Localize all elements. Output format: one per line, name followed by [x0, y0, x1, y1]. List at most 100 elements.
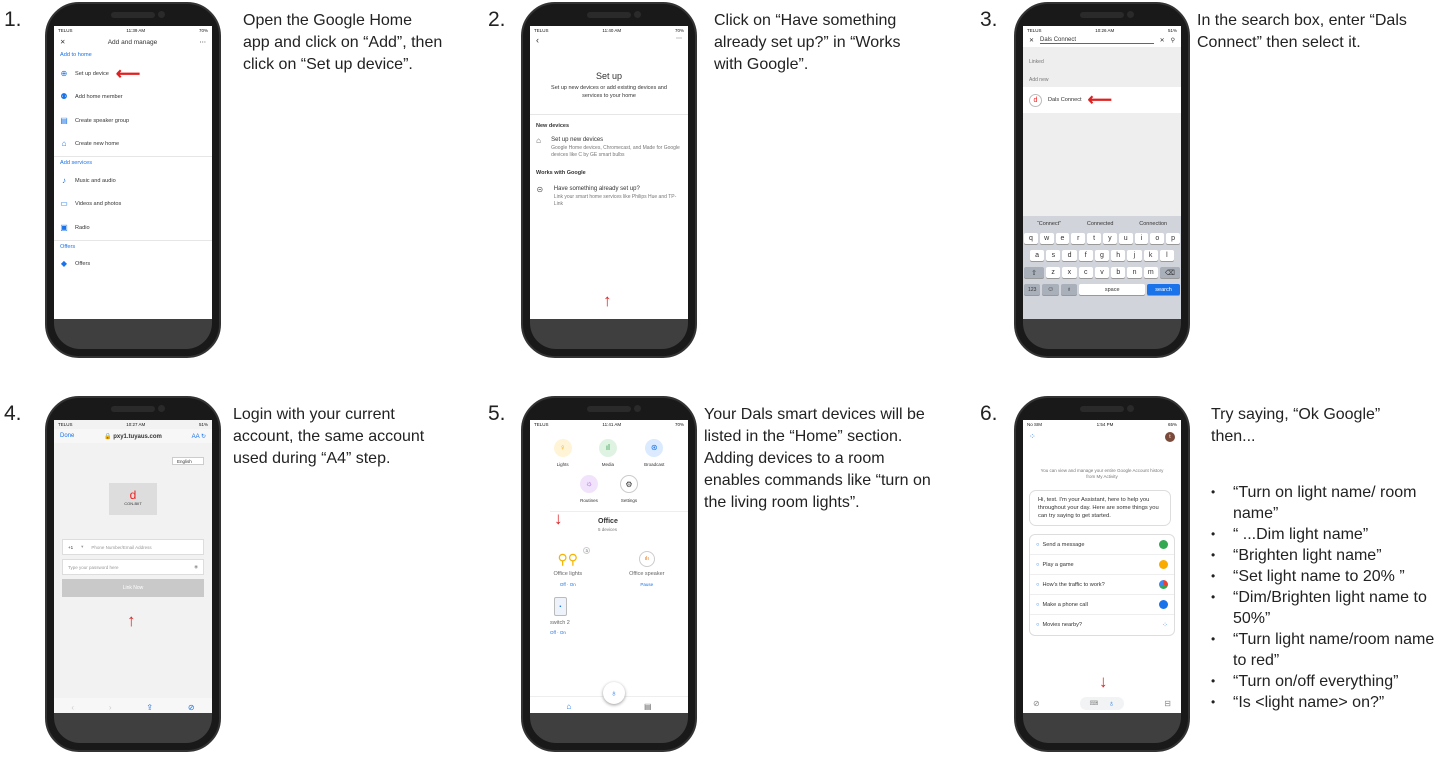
linked-label: Linked	[1029, 59, 1044, 65]
close-icon[interactable]: ✕	[1029, 37, 1034, 44]
tutorial-page: 1. Open the Google Home app and click on…	[0, 0, 1450, 757]
explore-icon[interactable]: ⊘	[1033, 699, 1040, 708]
suggestion-list: ○ Send a message ○ Play a game ○ How's t…	[1029, 534, 1175, 636]
game-icon	[1159, 560, 1168, 569]
suggestion-phone-call[interactable]: ○ Make a phone call	[1030, 595, 1174, 615]
more-icon[interactable]: ⋯	[676, 35, 682, 49]
suggestion-play-game[interactable]: ○ Play a game	[1030, 555, 1174, 575]
forward-icon[interactable]: ›	[109, 703, 112, 712]
media-shortcut[interactable]: ıl Media	[598, 439, 617, 467]
broadcast-shortcut[interactable]: ⊛ Broadcast	[644, 439, 664, 467]
office-lights-device[interactable]: ⚲⚲ 3 Office lights Off · On	[553, 547, 591, 587]
red-arrow-icon: ↓	[554, 509, 563, 528]
keyboard-row[interactable]: qwertyuiop	[1024, 233, 1180, 244]
eye-icon: ◉	[194, 564, 198, 569]
step-instruction: Try saying, “Ok Google” then...	[1211, 406, 1381, 445]
step-number: 3.	[980, 8, 998, 31]
url-bar[interactable]: 🔒 pxy1.tuyaus.com	[104, 433, 162, 440]
routines-shortcut[interactable]: ☼ Routines	[580, 475, 598, 503]
status-bar: TELUS 11:39 AM 70%	[58, 28, 208, 33]
avatar[interactable]: t	[1165, 432, 1175, 442]
reader-button[interactable]: AA ↻	[192, 433, 206, 440]
mic-icon[interactable]: ♁	[1108, 699, 1114, 708]
step-number: 4.	[4, 402, 22, 425]
voice-command-list: “Turn on light name/ room name” “ ...Dim…	[1211, 482, 1450, 713]
phone-login: TELUS 10:27 AM 51% Done 🔒 pxy1.tuyaus.com …	[45, 396, 221, 752]
suggestion-send-message[interactable]: ○ Send a message	[1030, 535, 1174, 555]
back-icon[interactable]: ‹	[71, 703, 74, 712]
share-icon[interactable]: ⇪	[146, 703, 153, 712]
assistant-greeting: Hi, test. I'm your Assistant, here to he…	[1029, 490, 1171, 526]
password-field[interactable]: Type your password here ◉	[62, 559, 204, 575]
keyboard-row[interactable]: ⇧ zxcvbnm ⌫	[1024, 267, 1180, 278]
suggestion-traffic[interactable]: ○ How's the traffic to work?	[1030, 575, 1174, 595]
status-bar: TELUS 11:40 AM 70%	[534, 28, 684, 33]
step-instruction: Open the Google Home app and click on “A…	[243, 12, 443, 73]
compass-icon[interactable]: ⊘	[188, 703, 195, 712]
set-up-device-item[interactable]: ⊕ Set up device ⟵	[54, 62, 212, 86]
status-bar: TELUS 10:26 AM 51%	[1027, 28, 1177, 33]
more-icon[interactable]: ⋯	[200, 38, 207, 46]
done-button[interactable]: Done	[60, 433, 74, 439]
search-input[interactable]: Dals Connect	[1040, 37, 1154, 44]
autocorrect-bar[interactable]: “Connect” Connected Connection	[1024, 218, 1180, 230]
dals-connect-result[interactable]: d Dals Connect ⟵	[1023, 87, 1181, 113]
videos-photos-item[interactable]: ▭ Videos and photos	[54, 193, 212, 217]
section-add-services: Add services	[54, 156, 212, 169]
bulb-icon: ♀	[553, 439, 572, 457]
have-something-set-up-item[interactable]: ⊝ Have something already set up? Link you…	[530, 176, 688, 207]
step-number: 5.	[488, 402, 506, 425]
history-note: You can view and manage your entire Goog…	[1040, 468, 1164, 479]
language-select[interactable]: English	[172, 457, 204, 465]
mic-button[interactable]: ♁	[603, 682, 625, 704]
shift-icon: ⇧	[1024, 267, 1044, 278]
home-tab-icon[interactable]: ⌂	[566, 702, 571, 711]
broadcast-icon: ⊛	[645, 439, 664, 457]
section-add-to-home: Add to home	[60, 52, 92, 58]
set-up-new-devices-item[interactable]: ⌂ Set up new devices Google Home devices,…	[530, 129, 688, 158]
office-speaker-device[interactable]: ılı Office speaker Pause	[629, 551, 664, 587]
phone-add-and-manage: TELUS 11:39 AM 70% ✕ Add and manage ⋯ Add …	[45, 2, 221, 358]
status-bar: TELUS 11:41 AM 70%	[534, 422, 684, 427]
music-audio-item[interactable]: ♪ Music and audio	[54, 169, 212, 193]
keyboard-row[interactable]: asdfghjkl	[1030, 250, 1174, 261]
search-icon[interactable]: ⚲	[1171, 37, 1175, 44]
back-icon[interactable]: ‹	[536, 35, 539, 49]
keyboard-row[interactable]: 123 ☺ ♁ space search	[1024, 284, 1180, 295]
close-icon[interactable]: ✕	[60, 38, 65, 46]
offers-item[interactable]: ◆ Offers	[54, 253, 212, 277]
red-arrow-icon: ⟵	[115, 63, 141, 83]
page-title: Add and manage	[107, 38, 158, 46]
voice-command: “Brighten light name”	[1211, 545, 1450, 566]
voice-command: “Dim/Brighten light name to 50%”	[1211, 587, 1450, 629]
red-arrow-icon: ⟵	[1087, 90, 1112, 109]
phone-assistant: No SIM 1:54 PM 65% ⁘ t You can view and ma…	[1014, 396, 1190, 752]
keyboard-icon[interactable]: ⌨	[1090, 700, 1099, 707]
settings-shortcut[interactable]: ⚙ Settings	[620, 475, 638, 503]
add-new-label: Add new	[1029, 77, 1049, 83]
add-home-member-item[interactable]: ⚉ Add home member	[54, 86, 212, 110]
phone-number-field[interactable]: +1 ▾ Phone Number/Email Address	[62, 539, 204, 555]
page-subtitle: Set up new devices or add existing devic…	[551, 85, 667, 99]
voice-command: “Is <light name> on?”	[1211, 692, 1450, 713]
home-icon: ⌂	[61, 139, 67, 149]
suggestion-movies[interactable]: ○ Movies nearby? ⁘	[1030, 615, 1174, 635]
radio-item[interactable]: ▣ Radio	[54, 216, 212, 240]
clear-icon[interactable]: ✕	[1160, 37, 1165, 44]
device-count-badge: 3	[583, 547, 591, 554]
page-title: Set up	[595, 71, 623, 81]
create-speaker-group-item[interactable]: ▤ Create speaker group	[54, 109, 212, 133]
link-now-button[interactable]: Link Now	[62, 579, 204, 597]
snapshot-icon[interactable]: ⊟	[1164, 699, 1171, 708]
lights-shortcut[interactable]: ♀ Lights	[553, 439, 572, 467]
switch-2-device[interactable]: ▪ switch 2 Off · On	[530, 587, 688, 635]
create-new-home-item[interactable]: ⌂ Create new home	[54, 133, 212, 157]
backspace-icon: ⌫	[1160, 267, 1180, 278]
red-arrow-icon: ↓	[1099, 672, 1108, 691]
maps-icon	[1159, 580, 1168, 589]
emoji-icon: ☺	[1042, 284, 1059, 295]
gear-icon: ⚙	[620, 475, 638, 493]
status-bar: TELUS 10:27 AM 51%	[58, 422, 208, 427]
feed-tab-icon[interactable]: ▤	[644, 702, 652, 711]
radio-icon: ▣	[60, 222, 68, 232]
